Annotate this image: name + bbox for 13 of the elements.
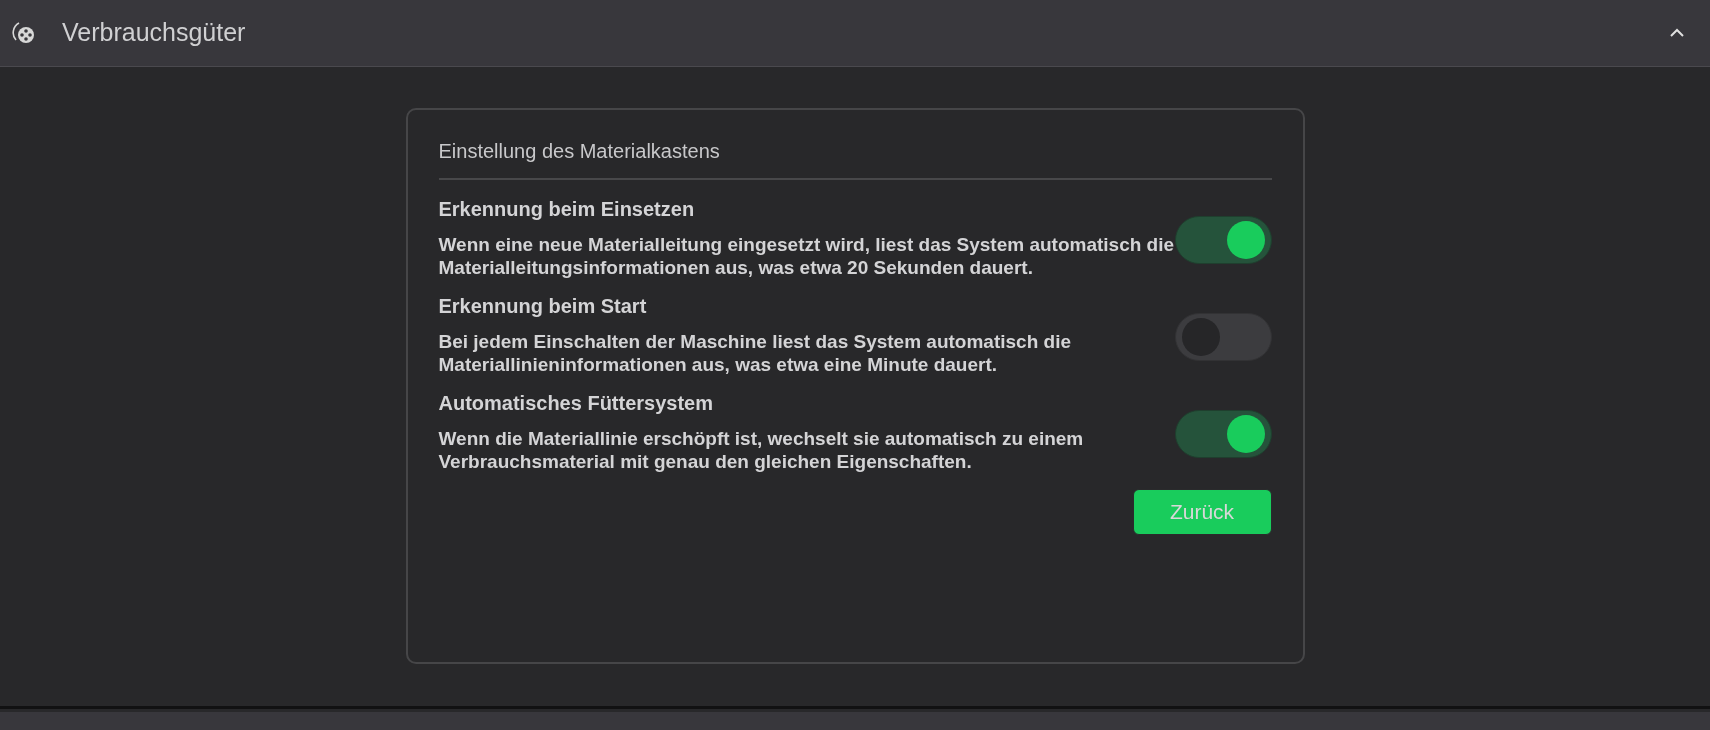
toggle-switch[interactable] bbox=[1174, 313, 1272, 361]
card-title: Einstellung des Materialkastens bbox=[438, 136, 1272, 180]
section-title: Verbrauchsgüter bbox=[62, 17, 246, 49]
toggle-switch[interactable] bbox=[1174, 410, 1272, 458]
setting-label: Erkennung beim Einsetzen bbox=[438, 197, 696, 222]
setting-description: Wenn die Materiallinie erschöpft ist, wechselt sie automatisch zu einem Verbrauchsmaterial mit genau den gleichen Eigenschaften. bbox=[438, 427, 1085, 473]
setting-label: Automatisches Füttersystem bbox=[438, 391, 715, 416]
setting-description: Wenn eine neue Materialleitung eingesetzt wird, liest das System automatisch die Materialleitungsinformationen aus, was etwa 20 Sekunden dauert. bbox=[438, 233, 1175, 279]
chevron-up-icon[interactable] bbox=[1668, 27, 1686, 39]
back-button[interactable]: Zurück bbox=[1132, 489, 1272, 535]
setting-description: Bei jedem Einschalten der Maschine liest das System automatisch die Materiallinieninformationen aus, was etwa eine Minute dauert. bbox=[438, 330, 1072, 376]
toggle-switch[interactable] bbox=[1174, 216, 1272, 264]
setting-label: Erkennung beim Start bbox=[438, 294, 648, 319]
